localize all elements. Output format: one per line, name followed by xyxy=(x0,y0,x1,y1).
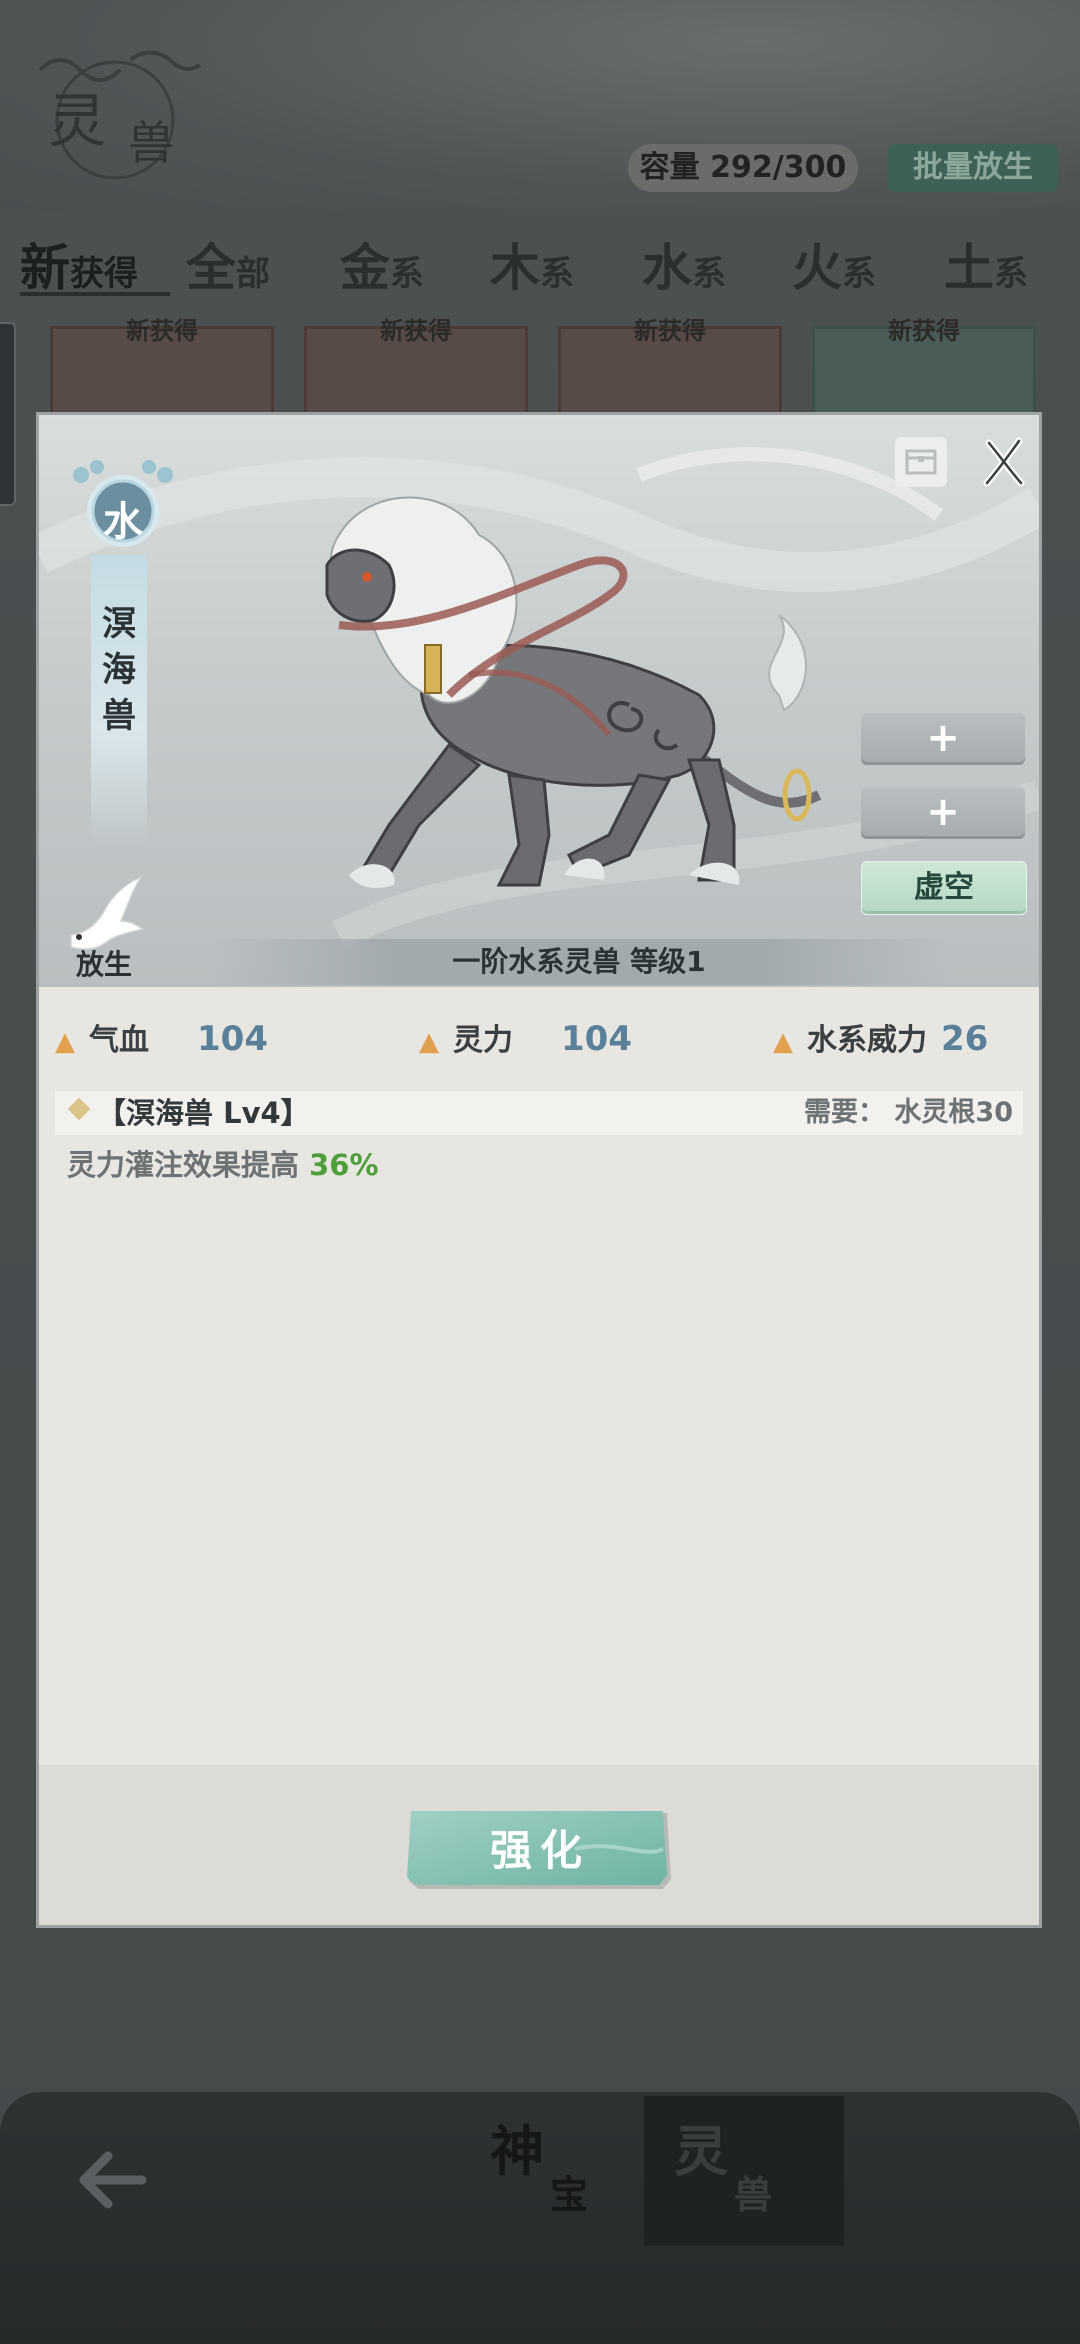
active-tab-indicator xyxy=(20,292,170,296)
new-badge: 新获得 xyxy=(634,317,706,345)
beast-hero-panel: 水 溟海兽 放生 + + 虚空 一阶水系灵兽 等级1 xyxy=(39,415,1039,987)
tab-wood[interactable]: 木系 xyxy=(490,228,574,300)
tab-new[interactable]: 新获得 xyxy=(20,228,138,300)
triangle-icon: ▲ xyxy=(55,1027,75,1057)
equip-slot-1-button[interactable]: + xyxy=(861,713,1025,765)
new-badge: 新获得 xyxy=(888,317,960,345)
treasure-box-icon[interactable] xyxy=(895,437,947,487)
nav-divine-treasure[interactable]: 神 宝 xyxy=(460,2096,660,2246)
skill-row: 【溟海兽 Lv4】 需要： 水灵根30 xyxy=(55,1091,1023,1135)
element-tabs: 新获得 全部 金系 木系 水系 火系 土系 xyxy=(0,218,1080,298)
skill-requirement: 需要： 水灵根30 xyxy=(804,1097,1013,1128)
triangle-icon: ▲ xyxy=(773,1027,793,1057)
stat-label: 灵力 xyxy=(453,1023,513,1058)
rank-level-text: 一阶水系灵兽 等级1 xyxy=(452,945,706,978)
stat-water-power: ▲ 水系威力 26 xyxy=(773,1017,988,1061)
stat-value: 104 xyxy=(197,1019,268,1059)
skill-desc-percent: 36% xyxy=(309,1148,379,1182)
beast-detail-modal: 水 溟海兽 放生 + + 虚空 一阶水系灵兽 等级1 ▲ 气血 104 ▲ 灵力… xyxy=(36,412,1042,1928)
stats-row: ▲ 气血 104 ▲ 灵力 104 ▲ 水系威力 26 xyxy=(39,989,1039,1089)
skill-name: 【溟海兽 Lv4】 xyxy=(97,1096,310,1130)
tab-earth[interactable]: 土系 xyxy=(944,228,1028,300)
diamond-icon xyxy=(67,1097,91,1121)
triangle-icon: ▲ xyxy=(419,1027,439,1057)
skill-desc-text: 灵力灌注效果提高 xyxy=(67,1148,310,1182)
nav-spirit-beast[interactable]: 灵 兽 xyxy=(644,2096,844,2246)
new-badge: 新获得 xyxy=(380,317,452,345)
stat-label: 气血 xyxy=(89,1023,149,1058)
capacity-indicator: 容量 292/300 xyxy=(628,144,858,192)
logo-char-2: 兽 xyxy=(128,116,174,170)
stat-label: 水系威力 xyxy=(807,1023,927,1058)
tab-all[interactable]: 全部 xyxy=(186,228,270,300)
back-arrow-icon[interactable] xyxy=(72,2140,162,2220)
stat-spirit-power: ▲ 灵力 104 xyxy=(419,1017,632,1061)
stat-hp: ▲ 气血 104 xyxy=(55,1017,268,1061)
close-icon[interactable] xyxy=(979,435,1029,489)
stat-value: 104 xyxy=(561,1019,632,1059)
element-char: 水 xyxy=(103,498,143,545)
beast-illustration xyxy=(325,496,822,888)
skill-description: 灵力灌注效果提高 36% xyxy=(67,1143,379,1187)
logo-char-1: 灵 xyxy=(48,87,107,155)
beast-name: 溟海兽 xyxy=(102,604,136,736)
release-label[interactable]: 放生 xyxy=(59,943,149,983)
enhance-button[interactable]: 强化 xyxy=(405,1809,675,1893)
void-slot-button[interactable]: 虚空 xyxy=(861,861,1027,915)
stat-value: 26 xyxy=(941,1019,989,1059)
tab-fire[interactable]: 火系 xyxy=(792,228,876,300)
batch-release-button[interactable]: 批量放生 xyxy=(888,144,1058,192)
new-badge: 新获得 xyxy=(126,317,198,345)
side-panel-handle[interactable] xyxy=(0,322,16,506)
tab-metal[interactable]: 金系 xyxy=(340,228,424,300)
equip-slot-2-button[interactable]: + xyxy=(861,787,1025,839)
tab-water[interactable]: 水系 xyxy=(642,228,726,300)
